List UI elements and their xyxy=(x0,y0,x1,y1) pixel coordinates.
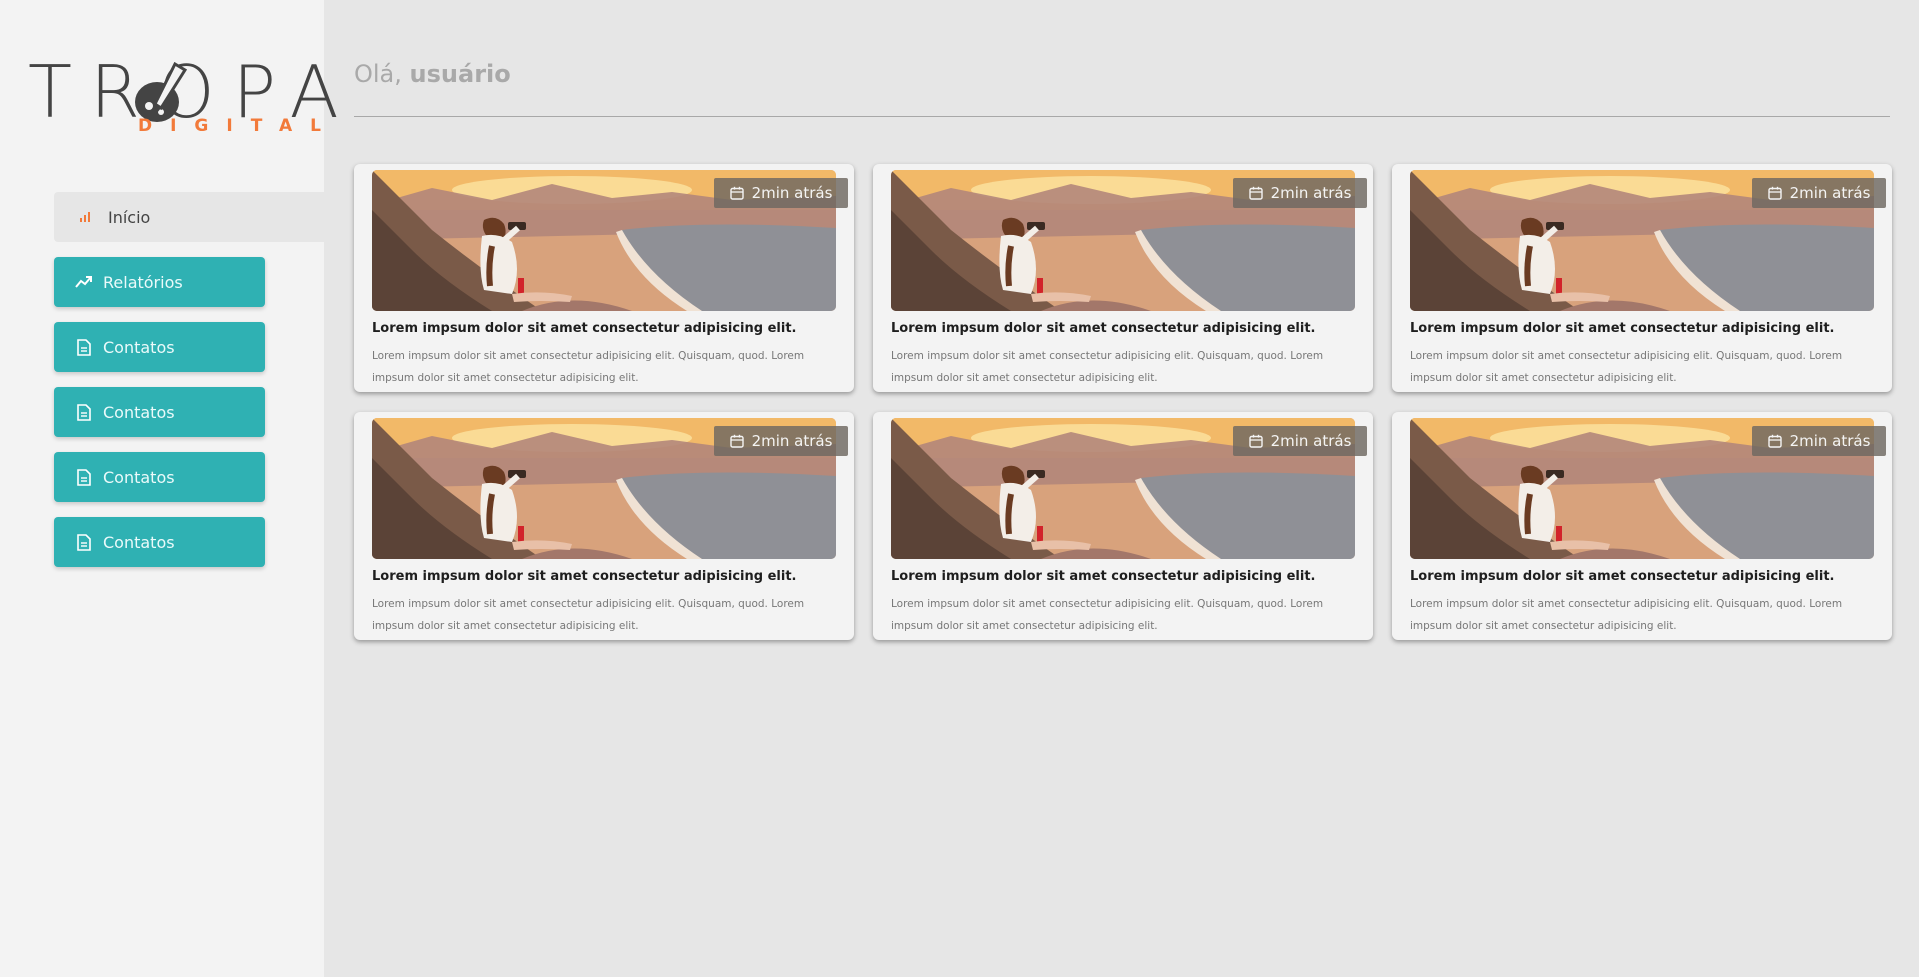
time-label: 2min atrás xyxy=(1789,432,1871,450)
time-label: 2min atrás xyxy=(1270,432,1352,450)
card-description: Lorem impsum dolor sit amet consectetur … xyxy=(891,598,1324,632)
sidebar-item-label: Contatos xyxy=(103,337,175,357)
sidebar-item-inicio[interactable]: Início xyxy=(54,192,324,242)
document-icon xyxy=(75,468,93,486)
sidebar-item-label: Início xyxy=(108,207,151,227)
brand-logo[interactable]: TROPA DIGITAL xyxy=(28,56,339,140)
sidebar-item-contatos[interactable]: Contatos xyxy=(54,452,265,502)
trending-up-icon xyxy=(75,273,93,291)
greeting-text: Olá, xyxy=(354,60,402,88)
time-badge: 2min atrás xyxy=(1752,178,1886,208)
document-icon xyxy=(75,533,93,551)
post-card[interactable]: 2min atrás Lorem impsum dolor sit amet c… xyxy=(1392,164,1892,392)
sidebar-item-contatos[interactable]: Contatos xyxy=(54,517,265,567)
bar-chart-icon xyxy=(76,208,94,226)
card-title: Lorem impsum dolor sit amet consectetur … xyxy=(1410,321,1835,336)
card-description: Lorem impsum dolor sit amet consectetur … xyxy=(372,350,805,384)
post-card[interactable]: 2min atrás Lorem impsum dolor sit amet c… xyxy=(873,164,1373,392)
brand-tagline: DIGITAL xyxy=(138,116,339,136)
page-title: Olá, usuário xyxy=(354,60,511,88)
time-badge: 2min atrás xyxy=(714,178,848,208)
sidebar-item-contatos[interactable]: Contatos xyxy=(54,387,265,437)
card-title: Lorem impsum dolor sit amet consectetur … xyxy=(891,321,1316,336)
calendar-icon xyxy=(729,186,744,200)
calendar-icon xyxy=(1767,434,1782,448)
time-badge: 2min atrás xyxy=(714,426,848,456)
username: usuário xyxy=(409,60,511,88)
sidebar-item-contatos[interactable]: Contatos xyxy=(54,322,265,372)
sidebar-nav: Início Relatórios Contatos Contatos Cont… xyxy=(54,192,324,582)
card-description: Lorem impsum dolor sit amet consectetur … xyxy=(1410,598,1843,632)
post-card[interactable]: 2min atrás Lorem impsum dolor sit amet c… xyxy=(873,412,1373,640)
time-badge: 2min atrás xyxy=(1233,178,1367,208)
card-description: Lorem impsum dolor sit amet consectetur … xyxy=(891,350,1324,384)
card-title: Lorem impsum dolor sit amet consectetur … xyxy=(1410,569,1835,584)
document-icon xyxy=(75,403,93,421)
header-divider xyxy=(354,116,1890,117)
sidebar-item-label: Contatos xyxy=(103,467,175,487)
post-card[interactable]: 2min atrás Lorem impsum dolor sit amet c… xyxy=(354,164,854,392)
post-card[interactable]: 2min atrás Lorem impsum dolor sit amet c… xyxy=(354,412,854,640)
sidebar-item-label: Contatos xyxy=(103,532,175,552)
time-badge: 2min atrás xyxy=(1752,426,1886,456)
card-title: Lorem impsum dolor sit amet consectetur … xyxy=(372,569,797,584)
card-description: Lorem impsum dolor sit amet consectetur … xyxy=(372,598,805,632)
time-label: 2min atrás xyxy=(751,184,833,202)
card-title: Lorem impsum dolor sit amet consectetur … xyxy=(891,569,1316,584)
time-label: 2min atrás xyxy=(1270,184,1352,202)
time-label: 2min atrás xyxy=(751,432,833,450)
sidebar-item-label: Contatos xyxy=(103,402,175,422)
card-title: Lorem impsum dolor sit amet consectetur … xyxy=(372,321,797,336)
sidebar-item-relatorios[interactable]: Relatórios xyxy=(54,257,265,307)
document-icon xyxy=(75,338,93,356)
time-label: 2min atrás xyxy=(1789,184,1871,202)
calendar-icon xyxy=(1767,186,1782,200)
calendar-icon xyxy=(1248,186,1263,200)
time-badge: 2min atrás xyxy=(1233,426,1367,456)
post-card[interactable]: 2min atrás Lorem impsum dolor sit amet c… xyxy=(1392,412,1892,640)
calendar-icon xyxy=(1248,434,1263,448)
calendar-icon xyxy=(729,434,744,448)
card-description: Lorem impsum dolor sit amet consectetur … xyxy=(1410,350,1843,384)
sidebar-item-label: Relatórios xyxy=(103,272,183,292)
sidebar: TROPA DIGITAL Início Relatórios Contatos… xyxy=(0,0,339,977)
